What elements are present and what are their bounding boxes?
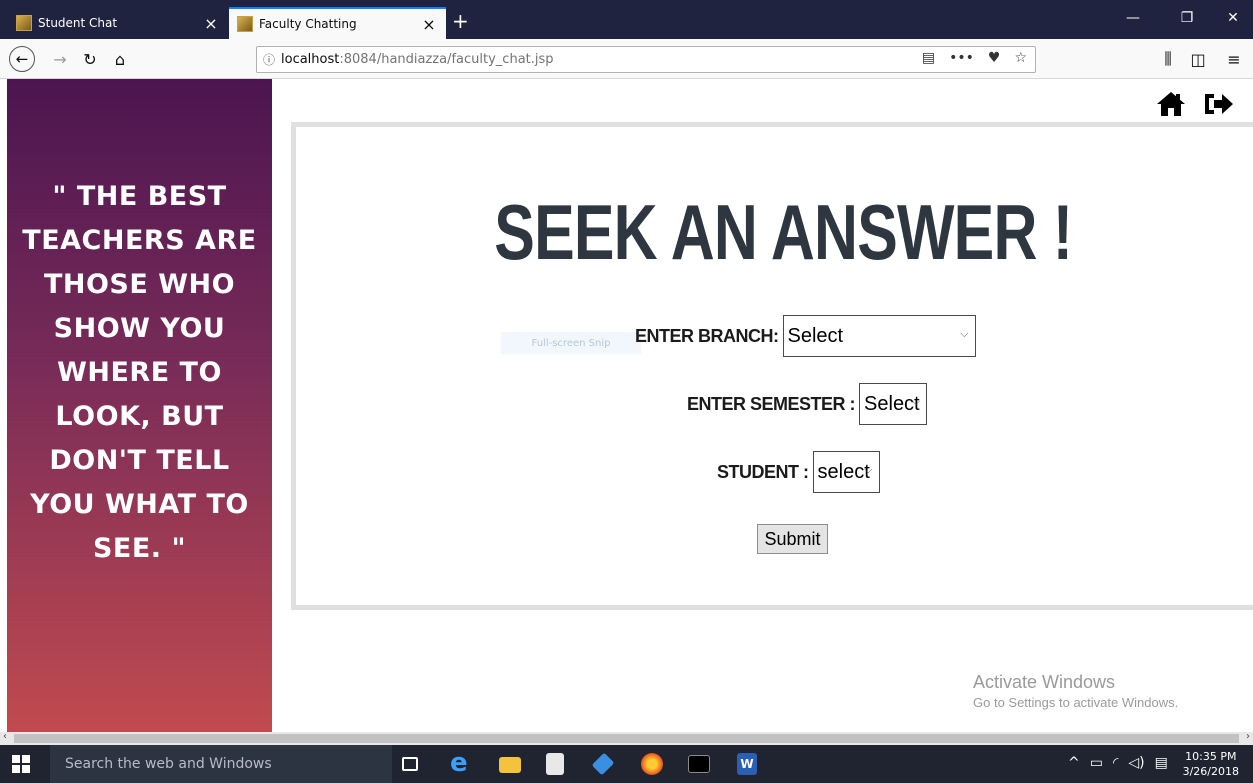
branch-select-value: Select bbox=[787, 324, 844, 347]
app-cube-icon[interactable] bbox=[591, 752, 615, 776]
taskbar-search-input[interactable]: Search the web and Windows bbox=[50, 745, 392, 783]
site-favicon-icon bbox=[16, 15, 32, 31]
windows-taskbar: Search the web and Windows e W ^ ▭ ◜ ◁) … bbox=[0, 745, 1253, 783]
main-form-panel: SEEK AN ANSWER ! Full-screen Snip ENTER … bbox=[291, 122, 1253, 610]
volume-icon[interactable]: ◁) bbox=[1128, 755, 1144, 771]
task-view-icon[interactable] bbox=[402, 757, 418, 771]
url-path: :8084/handiazza/faculty_chat.jsp bbox=[339, 52, 554, 67]
activate-line-1: Activate Windows bbox=[973, 672, 1116, 692]
menu-icon[interactable]: ≡ bbox=[1222, 47, 1246, 71]
notification-icon[interactable]: ▤ bbox=[1155, 755, 1168, 771]
tab-title: Faculty Chatting bbox=[259, 17, 357, 31]
student-row: STUDENT : select ⌵ bbox=[717, 451, 880, 493]
snip-overlay-text: Full-screen Snip bbox=[501, 332, 641, 354]
semester-select[interactable]: Select ⌵ bbox=[859, 383, 928, 425]
url-host: localhost bbox=[281, 52, 340, 67]
branch-label: ENTER BRANCH: bbox=[635, 325, 779, 346]
pocket-icon[interactable]: ♥ bbox=[988, 50, 1001, 66]
page-title: SEEK AN ANSWER ! bbox=[494, 188, 1073, 276]
reload-icon[interactable]: ↻ bbox=[78, 47, 102, 71]
edge-browser-icon[interactable]: e bbox=[450, 750, 472, 776]
quote-text: " THE BEST TEACHERS ARE THOSE WHO SHOW Y… bbox=[22, 181, 257, 564]
activate-line-2: Go to Settings to activate Windows. bbox=[973, 695, 1179, 710]
clock-time: 10:35 PM bbox=[1185, 750, 1237, 763]
firefox-icon[interactable] bbox=[641, 753, 663, 775]
close-tab-icon[interactable]: × bbox=[202, 14, 220, 33]
library-icon[interactable]: ⫼ bbox=[1156, 47, 1180, 71]
tab-student-chat[interactable]: Student Chat × bbox=[8, 7, 228, 39]
home-nav-icon[interactable]: ⌂ bbox=[108, 47, 132, 71]
submit-button[interactable]: Submit bbox=[757, 524, 828, 554]
student-label: STUDENT : bbox=[717, 461, 809, 482]
scroll-left-icon[interactable]: ‹ bbox=[3, 731, 7, 742]
horizontal-scrollbar[interactable]: ‹ › bbox=[0, 731, 1253, 745]
scroll-right-icon[interactable]: › bbox=[1246, 731, 1250, 742]
semester-label: ENTER SEMESTER : bbox=[687, 393, 856, 414]
clock-date: 3/26/2018 bbox=[1182, 765, 1239, 778]
windows-start-icon[interactable] bbox=[12, 755, 30, 773]
sidebar-toggle-icon[interactable]: ◫ bbox=[1186, 47, 1210, 71]
battery-icon[interactable]: ▭ bbox=[1090, 755, 1103, 771]
page-actions-icon[interactable]: ••• bbox=[949, 50, 974, 66]
chevron-down-icon: ⌵ bbox=[911, 396, 921, 408]
file-explorer-icon[interactable] bbox=[499, 757, 521, 773]
url-bar[interactable]: ⓘ localhost:8084/handiazza/faculty_chat.… bbox=[256, 46, 1036, 73]
branch-select[interactable]: Select ⌵ bbox=[782, 315, 976, 357]
quote-sidebar: " THE BEST TEACHERS ARE THOSE WHO SHOW Y… bbox=[7, 79, 272, 732]
taskbar-clock[interactable]: 10:35 PM 3/26/2018 bbox=[1183, 749, 1239, 779]
system-tray: ^ ▭ ◜ ◁) ▤ bbox=[1068, 755, 1168, 771]
restore-icon[interactable]: ❐ bbox=[1164, 10, 1210, 26]
home-icon[interactable] bbox=[1156, 91, 1186, 117]
scrollbar-thumb[interactable] bbox=[14, 734, 1239, 743]
chevron-down-icon: ⌵ bbox=[960, 328, 969, 340]
forward-icon[interactable]: → bbox=[48, 47, 72, 71]
student-select-value: select bbox=[817, 460, 870, 483]
tab-faculty-chatting[interactable]: Faculty Chatting × bbox=[229, 7, 446, 39]
activate-windows-watermark: Activate Windows Go to Settings to activ… bbox=[973, 672, 1178, 710]
semester-row: ENTER SEMESTER : Select ⌵ bbox=[687, 383, 928, 425]
close-window-icon[interactable]: ✕ bbox=[1210, 10, 1253, 26]
branch-row: ENTER BRANCH: Select ⌵ bbox=[635, 315, 976, 357]
tab-title: Student Chat bbox=[38, 16, 118, 30]
browser-tab-strip: Student Chat × Faculty Chatting × + — ❐ … bbox=[0, 0, 1253, 39]
terminal-icon[interactable] bbox=[688, 755, 710, 773]
chevron-down-icon: ⌵ bbox=[864, 464, 873, 476]
new-tab-icon[interactable]: + bbox=[452, 9, 469, 33]
site-favicon-icon bbox=[237, 16, 253, 32]
store-icon[interactable] bbox=[546, 753, 564, 775]
show-hidden-icons-icon[interactable]: ^ bbox=[1068, 755, 1080, 771]
close-tab-icon[interactable]: × bbox=[420, 15, 438, 34]
wifi-icon[interactable]: ◜ bbox=[1113, 755, 1118, 771]
bookmark-star-icon[interactable]: ☆ bbox=[1014, 50, 1027, 66]
minimize-icon[interactable]: — bbox=[1110, 10, 1156, 26]
back-icon[interactable]: ← bbox=[9, 46, 35, 72]
info-icon[interactable]: ⓘ bbox=[257, 51, 281, 68]
logout-icon[interactable] bbox=[1202, 91, 1234, 117]
word-icon[interactable]: W bbox=[737, 753, 757, 775]
browser-nav-bar: ← → ↻ ⌂ ⓘ localhost:8084/handiazza/facul… bbox=[0, 39, 1253, 79]
student-select[interactable]: select ⌵ bbox=[812, 451, 880, 493]
reader-view-icon[interactable]: ▤ bbox=[922, 50, 935, 66]
